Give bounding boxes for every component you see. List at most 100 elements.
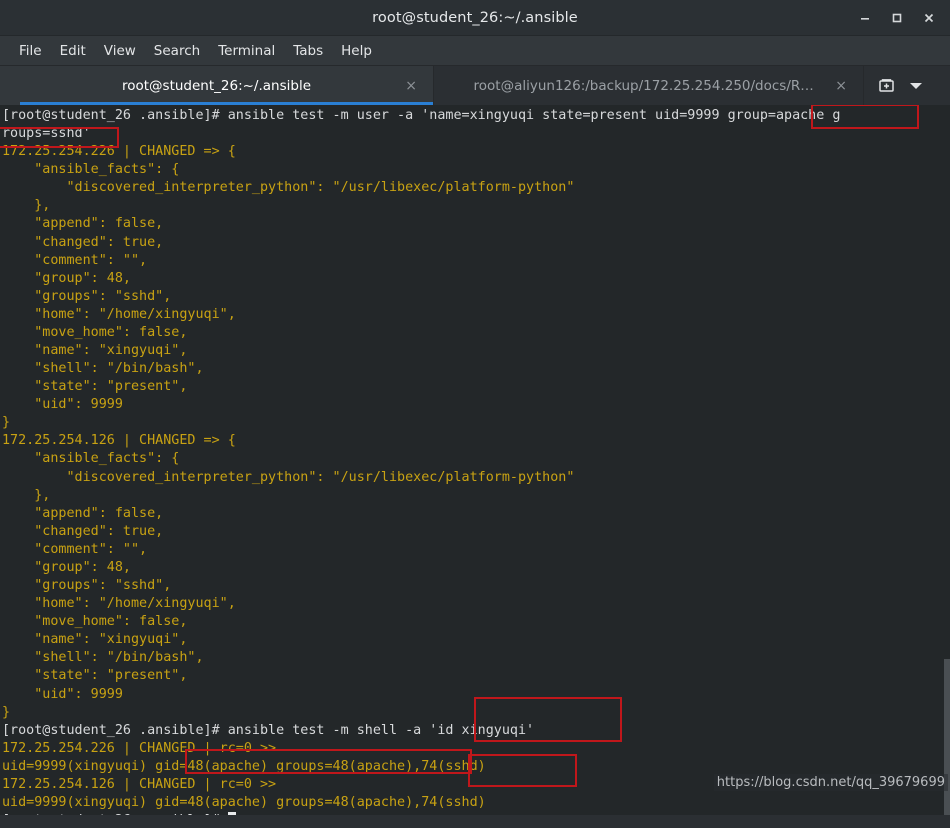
- terminal-line: "changed": true,: [2, 234, 950, 252]
- tab-close-icon[interactable]: ×: [405, 79, 417, 93]
- terminal-line: "append": false,: [2, 215, 950, 233]
- command-output: "state": "present",: [2, 668, 188, 684]
- terminal-line: }: [2, 704, 950, 722]
- menu-help[interactable]: Help: [332, 40, 381, 62]
- tab-list-chevron-down-icon[interactable]: [909, 81, 923, 91]
- terminal-line: }: [2, 414, 950, 432]
- tab-close-icon[interactable]: ×: [835, 79, 847, 93]
- window-title: root@student_26:~/.ansible: [372, 9, 578, 26]
- terminal-line: "append": false,: [2, 505, 950, 523]
- terminal-output-area[interactable]: [root@student_26 .ansible]# ansible test…: [0, 105, 950, 815]
- terminal-line: 172.25.254.226 | CHANGED | rc=0 >>: [2, 740, 950, 758]
- terminal-line: },: [2, 487, 950, 505]
- tabbar: root@student_26:~/.ansible × root@aliyun…: [0, 66, 950, 105]
- command-output: "shell": "/bin/bash",: [2, 650, 204, 666]
- command-output: },: [2, 198, 51, 214]
- command-output: },: [2, 487, 51, 503]
- command-output: uid=9999(xingyuqi) gid=48(apache) groups…: [2, 794, 486, 810]
- shell-command: ansible test -m shell -a 'id xingyuqi': [219, 722, 535, 738]
- terminal-line: "discovered_interpreter_python": "/usr/l…: [2, 469, 950, 487]
- command-output: "groups": "sshd",: [2, 578, 172, 594]
- terminal-line: [root@student_26 .ansible]# ansible test…: [2, 107, 950, 125]
- tabbar-actions: [864, 66, 950, 105]
- menubar: File Edit View Search Terminal Tabs Help: [0, 36, 950, 66]
- command-output: 172.25.254.226 | CHANGED | rc=0 >>: [2, 740, 277, 756]
- tab-aliyun126[interactable]: root@aliyun126:/backup/172.25.254.250/do…: [434, 66, 864, 105]
- command-output: "uid": 9999: [2, 686, 123, 702]
- command-output: "discovered_interpreter_python": "/usr/l…: [2, 469, 575, 485]
- tab-student26[interactable]: root@student_26:~/.ansible ×: [0, 66, 434, 105]
- terminal-scrollbar[interactable]: [944, 105, 950, 815]
- terminal-line: },: [2, 197, 950, 215]
- command-output: "comment": "",: [2, 541, 148, 557]
- command-output: "discovered_interpreter_python": "/usr/l…: [2, 180, 575, 196]
- command-output: "ansible_facts": {: [2, 162, 180, 178]
- terminal-line: "discovered_interpreter_python": "/usr/l…: [2, 179, 950, 197]
- command-output: "shell": "/bin/bash",: [2, 361, 204, 377]
- command-output: 172.25.254.126 | CHANGED => {: [2, 433, 236, 449]
- terminal-line: "name": "xingyuqi",: [2, 631, 950, 649]
- terminal-line: "group": 48,: [2, 559, 950, 577]
- shell-command: ansible test -m user -a 'name=xingyuqi s…: [219, 108, 841, 123]
- watermark-text: https://blog.csdn.net/qq_39679699: [713, 774, 948, 791]
- terminal-line: "comment": "",: [2, 541, 950, 559]
- menu-file[interactable]: File: [10, 40, 51, 62]
- command-output: "comment": "",: [2, 252, 148, 268]
- new-tab-icon[interactable]: [878, 77, 895, 94]
- maximize-button[interactable]: [882, 3, 912, 33]
- shell-command: [220, 813, 228, 815]
- terminal-line: "move_home": false,: [2, 613, 950, 631]
- command-output: "state": "present",: [2, 379, 188, 395]
- command-output: "group": 48,: [2, 559, 131, 575]
- terminal-line: "shell": "/bin/bash",: [2, 649, 950, 667]
- window-titlebar: root@student_26:~/.ansible: [0, 0, 950, 36]
- terminal-line: [root@student_26 .ansible]#: [2, 812, 950, 815]
- menu-search[interactable]: Search: [145, 40, 209, 62]
- menu-terminal[interactable]: Terminal: [209, 40, 284, 62]
- command-output: 172.25.254.226 | CHANGED => {: [2, 144, 236, 160]
- command-output: "name": "xingyuqi",: [2, 632, 188, 648]
- command-output: 172.25.254.126 | CHANGED | rc=0 >>: [2, 776, 277, 792]
- menu-view[interactable]: View: [95, 40, 145, 62]
- terminal-line: "state": "present",: [2, 667, 950, 685]
- window-controls: [850, 0, 944, 36]
- command-output: "append": false,: [2, 216, 164, 232]
- menu-tabs[interactable]: Tabs: [284, 40, 332, 62]
- command-output: "groups": "sshd",: [2, 288, 172, 304]
- command-output: }: [2, 704, 11, 720]
- terminal-text: [root@student_26 .ansible]# ansible test…: [2, 107, 950, 815]
- close-button[interactable]: [914, 3, 944, 33]
- terminal-line: "shell": "/bin/bash",: [2, 360, 950, 378]
- menu-edit[interactable]: Edit: [51, 40, 95, 62]
- terminal-line: "groups": "sshd",: [2, 288, 950, 306]
- command-output: uid=9999(xingyuqi) gid=48(apache) groups…: [2, 758, 486, 774]
- command-output: "uid": 9999: [2, 397, 123, 413]
- terminal-line: "ansible_facts": {: [2, 450, 950, 468]
- shell-prompt: [root@student_26 .ansible]#: [2, 813, 220, 815]
- command-output: "group": 48,: [2, 270, 131, 286]
- terminal-line: "home": "/home/xingyuqi",: [2, 595, 950, 613]
- command-output: "ansible_facts": {: [2, 451, 180, 467]
- terminal-line: "groups": "sshd",: [2, 577, 950, 595]
- shell-command-wrapped: roups=sshd': [2, 126, 91, 142]
- command-output: "home": "/home/xingyuqi",: [2, 306, 236, 322]
- terminal-line: "move_home": false,: [2, 324, 950, 342]
- terminal-line: "home": "/home/xingyuqi",: [2, 306, 950, 324]
- terminal-window: root@student_26:~/.ansible File Edit Vie…: [0, 0, 950, 828]
- terminal-scrollbar-thumb[interactable]: [944, 658, 950, 815]
- command-output: "move_home": false,: [2, 324, 188, 340]
- command-output: }: [2, 415, 11, 431]
- tab-label: root@student_26:~/.ansible: [121, 77, 312, 94]
- shell-prompt: [root@student_26 .ansible]#: [2, 108, 220, 123]
- terminal-line: "state": "present",: [2, 378, 950, 396]
- minimize-button[interactable]: [850, 3, 880, 33]
- terminal-line: roups=sshd': [2, 125, 950, 143]
- terminal-line: "group": 48,: [2, 270, 950, 288]
- terminal-line: uid=9999(xingyuqi) gid=48(apache) groups…: [2, 794, 950, 812]
- terminal-line: [root@student_26 .ansible]# ansible test…: [2, 722, 950, 740]
- terminal-line: "ansible_facts": {: [2, 161, 950, 179]
- command-output: "move_home": false,: [2, 614, 188, 630]
- tab-label: root@aliyun126:/backup/172.25.254.250/do…: [473, 77, 824, 94]
- command-output: "append": false,: [2, 505, 164, 521]
- terminal-line: 172.25.254.226 | CHANGED => {: [2, 143, 950, 161]
